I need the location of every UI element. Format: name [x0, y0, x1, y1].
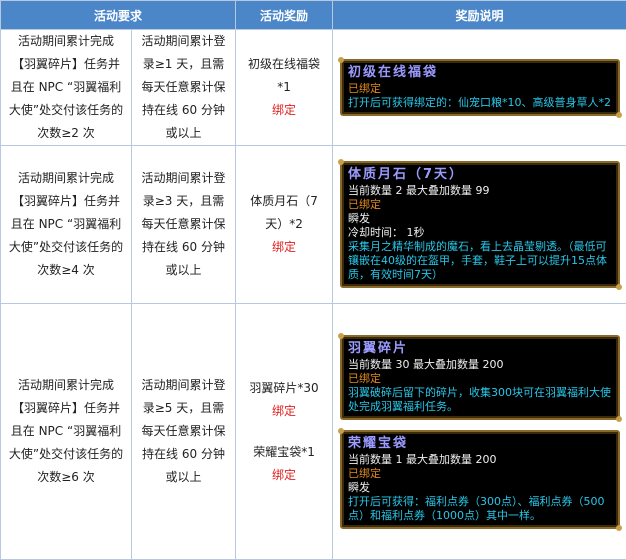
reward-table: 活动要求 活动奖励 奖励说明 活动期间累计完成【羽翼碎片】任务并且在 NPC “… — [0, 0, 626, 560]
header-reward: 活动奖励 — [236, 1, 333, 30]
reward-name: 初级在线福袋*1 — [242, 53, 326, 99]
bind-label: 绑定 — [242, 99, 326, 122]
tooltip-line: 羽翼破碎后留下的碎片，收集300块可在羽翼福利大使处完成羽翼福利任务。 — [348, 386, 612, 414]
tooltip-line: 瞬发 — [348, 212, 612, 226]
table-row: 活动期间累计完成【羽翼碎片】任务并且在 NPC “羽翼福利大使”处交付该任务的次… — [1, 146, 626, 304]
reward-name: 羽翼碎片*30 — [242, 377, 326, 400]
table-row: 活动期间累计完成【羽翼碎片】任务并且在 NPC “羽翼福利大使”处交付该任务的次… — [1, 30, 626, 146]
tooltip-line: 已绑定 — [348, 82, 612, 96]
login-requirement: 活动期间累计登录≥3 天，且需每天任意累计保持在线 60 分钟或以上 — [132, 146, 236, 304]
description-cell: 羽翼碎片 当前数量 30 最大叠加数量 200 已绑定 羽翼破碎后留下的碎片，收… — [333, 304, 626, 560]
reward-cell: 体质月石（7天）*2 绑定 — [236, 146, 333, 304]
tooltip-line: 打开后可获得绑定的：仙宠口粮*10、高级普身草人*2 — [348, 96, 612, 110]
task-requirement: 活动期间累计完成【羽翼碎片】任务并且在 NPC “羽翼福利大使”处交付该任务的次… — [1, 30, 132, 146]
tooltip-line: 冷却时间： 1秒 — [348, 226, 612, 240]
description-cell: 初级在线福袋 已绑定 打开后可获得绑定的：仙宠口粮*10、高级普身草人*2 — [333, 30, 626, 146]
reward-cell: 羽翼碎片*30 绑定 荣耀宝袋*1 绑定 — [236, 304, 333, 560]
bind-label: 绑定 — [242, 464, 326, 487]
tooltip-line: 当前数量 30 最大叠加数量 200 — [348, 358, 612, 372]
tooltip-title: 体质月石（7天） — [348, 166, 612, 183]
reward-name: 荣耀宝袋*1 — [242, 441, 326, 464]
tooltip-line: 已绑定 — [348, 467, 612, 481]
reward-cell: 初级在线福袋*1 绑定 — [236, 30, 333, 146]
tooltip-line: 打开后可获得：福利点券（300点）、福利点券（500点）和福利点券（1000点）… — [348, 495, 612, 523]
tooltip-line: 采集月之精华制成的魔石，看上去晶莹剔透。（最低可镶嵌在40级的在盔甲，手套，鞋子… — [348, 240, 612, 282]
item-tooltip: 初级在线福袋 已绑定 打开后可获得绑定的：仙宠口粮*10、高级普身草人*2 — [340, 59, 620, 116]
tooltip-line: 瞬发 — [348, 481, 612, 495]
tooltip-title: 羽翼碎片 — [348, 340, 612, 357]
task-requirement: 活动期间累计完成【羽翼碎片】任务并且在 NPC “羽翼福利大使”处交付该任务的次… — [1, 304, 132, 560]
table-header-row: 活动要求 活动奖励 奖励说明 — [1, 1, 626, 30]
table-row: 活动期间累计完成【羽翼碎片】任务并且在 NPC “羽翼福利大使”处交付该任务的次… — [1, 304, 626, 560]
tooltip-line: 当前数量 2 最大叠加数量 99 — [348, 184, 612, 198]
tooltip-line: 当前数量 1 最大叠加数量 200 — [348, 453, 612, 467]
item-tooltip: 体质月石（7天） 当前数量 2 最大叠加数量 99 已绑定 瞬发 冷却时间： 1… — [340, 161, 620, 288]
bind-label: 绑定 — [242, 236, 326, 259]
header-requirement: 活动要求 — [1, 1, 236, 30]
tooltip-title: 初级在线福袋 — [348, 64, 612, 81]
tooltip-line: 已绑定 — [348, 198, 612, 212]
item-tooltip: 羽翼碎片 当前数量 30 最大叠加数量 200 已绑定 羽翼破碎后留下的碎片，收… — [340, 335, 620, 420]
reward-name: 体质月石（7天）*2 — [242, 190, 326, 236]
item-tooltip: 荣耀宝袋 当前数量 1 最大叠加数量 200 已绑定 瞬发 打开后可获得：福利点… — [340, 430, 620, 529]
tooltip-title: 荣耀宝袋 — [348, 435, 612, 452]
task-requirement: 活动期间累计完成【羽翼碎片】任务并且在 NPC “羽翼福利大使”处交付该任务的次… — [1, 146, 132, 304]
bind-label: 绑定 — [242, 400, 326, 423]
login-requirement: 活动期间累计登录≥1 天，且需每天任意累计保持在线 60 分钟或以上 — [132, 30, 236, 146]
header-description: 奖励说明 — [333, 1, 626, 30]
description-cell: 体质月石（7天） 当前数量 2 最大叠加数量 99 已绑定 瞬发 冷却时间： 1… — [333, 146, 626, 304]
tooltip-line: 已绑定 — [348, 372, 612, 386]
login-requirement: 活动期间累计登录≥5 天，且需每天任意累计保持在线 60 分钟或以上 — [132, 304, 236, 560]
